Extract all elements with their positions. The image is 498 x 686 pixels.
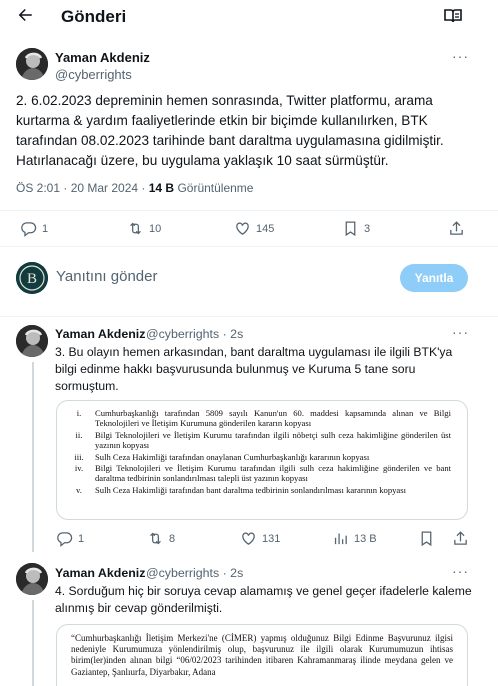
reply-count: 1 bbox=[78, 532, 85, 545]
divider bbox=[0, 210, 498, 211]
share-icon bbox=[454, 531, 467, 545]
views-chart-icon bbox=[334, 533, 347, 545]
like-action[interactable]: 145 bbox=[234, 220, 274, 237]
share-action[interactable] bbox=[452, 530, 469, 547]
more-options-icon[interactable]: ··· bbox=[452, 48, 469, 64]
author-avatar[interactable] bbox=[16, 563, 48, 595]
more-options-icon[interactable]: ··· bbox=[452, 324, 469, 340]
thread-line bbox=[32, 362, 34, 552]
tweet-text: 2. 6.02.2023 depreminin hemen sonrasında… bbox=[16, 93, 444, 168]
bookmark-icon bbox=[345, 221, 356, 237]
divider bbox=[0, 316, 498, 317]
tweet-text: 4. Sorduğum hiç bir soruya cevap alamamı… bbox=[55, 584, 472, 615]
reply-icon bbox=[57, 532, 73, 547]
doc-item: iii. Sulh Ceza Hakimliği tarafından onayl… bbox=[74, 451, 370, 462]
share-icon bbox=[450, 221, 463, 235]
like-count: 145 bbox=[256, 222, 275, 235]
heart-icon bbox=[236, 222, 249, 235]
author-avatar[interactable] bbox=[16, 325, 48, 357]
tweet-text: 3. Bu olayın hemen arkasından, bant dara… bbox=[55, 345, 453, 393]
attached-image[interactable]: i. Cumhurbaşkanlığı tarafından 5809 sayıl… bbox=[56, 400, 468, 520]
back-arrow-icon[interactable] bbox=[14, 6, 36, 28]
author-avatar[interactable] bbox=[16, 48, 48, 80]
bookmark-action[interactable] bbox=[418, 530, 435, 547]
doc-item: iv. Bilgi Teknolojileri ve İletişim Kurum… bbox=[74, 463, 451, 484]
bookmark-icon bbox=[421, 531, 432, 547]
top-bar: Gönderi bbox=[0, 0, 498, 36]
tweet-timestamp[interactable]: ÖS 2:01 · 20 Mar 2024 · bbox=[16, 181, 149, 195]
divider bbox=[0, 246, 498, 247]
doc-text: “Cumhurbaşkanlığı İletişim Merkezi'ne (C… bbox=[71, 633, 453, 677]
attached-image[interactable]: “Cumhurbaşkanlığı İletişim Merkezi'ne (C… bbox=[56, 624, 468, 686]
author-name[interactable]: Yaman Akdeniz bbox=[55, 50, 150, 65]
like-count: 131 bbox=[262, 532, 281, 545]
repost-count: 8 bbox=[169, 532, 176, 545]
repost-icon bbox=[130, 222, 141, 235]
reply-icon bbox=[21, 222, 37, 237]
reply-action[interactable]: 1 bbox=[56, 530, 84, 547]
reply-button[interactable]: Yanıtla bbox=[400, 264, 468, 292]
thread-line bbox=[32, 600, 34, 686]
views-label: Görüntülenme bbox=[177, 181, 254, 195]
like-action[interactable]: 131 bbox=[240, 530, 280, 547]
doc-item: ii. Bilgi Teknolojileri ve İletişim Kurum… bbox=[75, 429, 451, 451]
reader-mode-icon[interactable] bbox=[444, 8, 464, 26]
repost-icon bbox=[150, 532, 161, 545]
repost-action[interactable]: 8 bbox=[147, 530, 175, 547]
page-title: Gönderi bbox=[61, 7, 127, 26]
heart-icon bbox=[242, 532, 255, 545]
repost-count: 10 bbox=[149, 222, 162, 235]
reply-input[interactable]: Yanıtını gönder bbox=[56, 268, 157, 285]
views-count: 14 B bbox=[148, 181, 175, 195]
composer-avatar-letter: B bbox=[27, 271, 37, 287]
reply-count: 1 bbox=[42, 222, 49, 235]
reply-action[interactable]: 1 bbox=[20, 220, 48, 237]
doc-item: i. Cumhurbaşkanlığı tarafından 5809 sayıl… bbox=[76, 408, 451, 429]
tweet-meta: ÖS 2:01 · 20 Mar 2024 · 14 B Görüntülenm… bbox=[16, 181, 253, 195]
author-handle[interactable]: @cyberrights bbox=[55, 67, 132, 82]
doc-item: v. Sulh Ceza Hakimliği tarafından bant da… bbox=[76, 484, 406, 495]
author-name[interactable]: Yaman Akdeniz bbox=[55, 327, 145, 341]
composer-avatar[interactable]: B bbox=[16, 262, 48, 294]
author-handle[interactable]: @cyberrights · 2s bbox=[146, 327, 243, 341]
views-action[interactable]: 13 B bbox=[332, 530, 377, 547]
author-name[interactable]: Yaman Akdeniz bbox=[55, 566, 145, 580]
views-count: 13 B bbox=[354, 532, 377, 545]
repost-action[interactable]: 10 bbox=[127, 220, 161, 237]
share-action[interactable] bbox=[448, 220, 465, 237]
author-handle[interactable]: @cyberrights · 2s bbox=[146, 566, 243, 580]
bookmark-count: 3 bbox=[364, 222, 371, 235]
bookmark-action[interactable]: 3 bbox=[342, 220, 370, 237]
more-options-icon[interactable]: ··· bbox=[452, 563, 469, 579]
